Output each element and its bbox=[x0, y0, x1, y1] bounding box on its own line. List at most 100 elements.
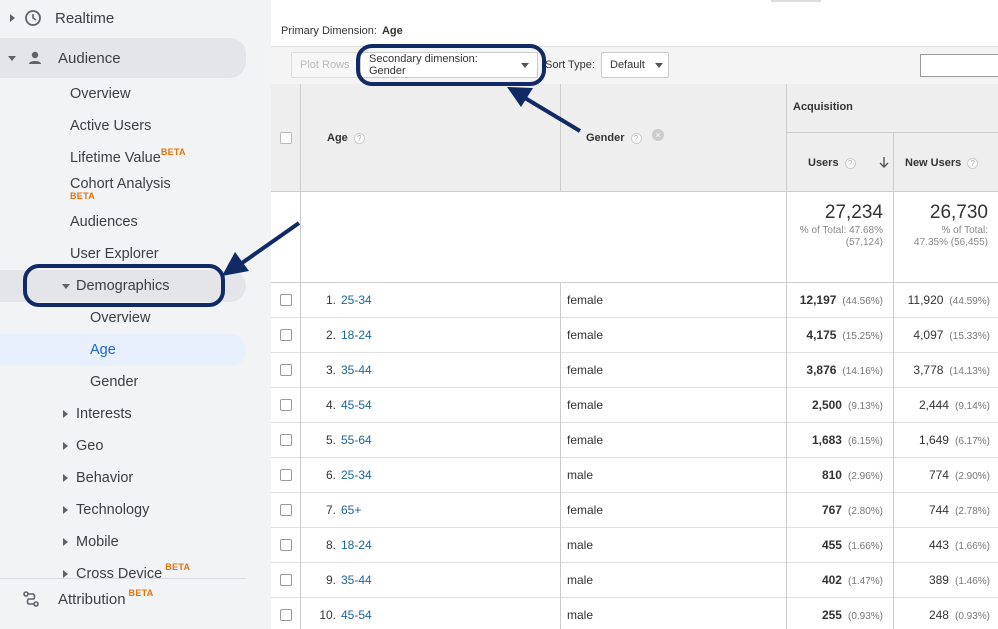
users-value: 402 bbox=[821, 573, 842, 587]
totals-users-overall: (57,124) bbox=[845, 237, 883, 248]
sidebar-item-interests[interactable]: Interests bbox=[63, 398, 132, 430]
age-link[interactable]: 25-34 bbox=[341, 293, 372, 307]
users-value: 767 bbox=[821, 503, 842, 517]
users-value: 2,500 bbox=[811, 398, 842, 412]
close-circle-icon[interactable]: × bbox=[652, 129, 664, 141]
sidebar-item-technology[interactable]: Technology bbox=[63, 494, 149, 526]
totals-blank-cell bbox=[271, 192, 300, 283]
age-link[interactable]: 18-24 bbox=[341, 328, 372, 342]
row-checkbox[interactable] bbox=[280, 574, 292, 586]
new-users-value-group: 11,920 (44.59%) bbox=[908, 293, 990, 307]
sort-type-label: Sort Type: bbox=[545, 59, 595, 71]
users-value-group: 402 (1.47%) bbox=[822, 573, 883, 587]
sort-type-dropdown[interactable]: Default bbox=[601, 52, 669, 78]
sidebar-item-label: Behavior bbox=[76, 470, 134, 486]
sidebar-item-label: Active Users bbox=[70, 118, 152, 134]
help-icon[interactable]: ? bbox=[353, 132, 365, 144]
row-index: 3. bbox=[325, 363, 336, 377]
users-value: 455 bbox=[821, 538, 842, 552]
new-users-percent: (2.90%) bbox=[954, 471, 990, 482]
header-users[interactable]: Users? bbox=[786, 133, 893, 192]
gender-cell bbox=[560, 598, 786, 629]
row-index: 1. bbox=[325, 293, 336, 307]
table-search-input[interactable] bbox=[920, 54, 998, 77]
users-value-group: 1,683 (6.15%) bbox=[812, 433, 883, 447]
row-checkbox[interactable] bbox=[280, 399, 292, 411]
sidebar-item-age[interactable]: Age bbox=[90, 334, 116, 366]
row-checkbox[interactable] bbox=[280, 469, 292, 481]
row-checkbox-cell bbox=[271, 598, 300, 629]
header-new-users-label: New Users? bbox=[905, 157, 979, 169]
age-link[interactable]: 35-44 bbox=[341, 573, 372, 587]
gender-cell bbox=[560, 563, 786, 598]
age-cell bbox=[300, 283, 560, 318]
users-value-group: 255 (0.93%) bbox=[822, 608, 883, 622]
sidebar-item-mobile[interactable]: Mobile bbox=[63, 526, 119, 558]
users-value-group: 4,175 (15.25%) bbox=[806, 328, 883, 342]
table-row: 8. 18-24 male 455 (1.66%) 443 (1.66%) bbox=[271, 528, 998, 563]
users-value: 1,683 bbox=[811, 433, 842, 447]
help-icon[interactable]: ? bbox=[630, 132, 642, 144]
row-checkbox[interactable] bbox=[280, 504, 292, 516]
sidebar-item-realtime[interactable]: Realtime bbox=[0, 2, 271, 34]
sidebar-item-overview[interactable]: Overview bbox=[70, 78, 130, 110]
row-checkbox[interactable] bbox=[280, 329, 292, 341]
users-value: 4,175 bbox=[806, 328, 837, 342]
help-icon[interactable]: ? bbox=[967, 157, 979, 169]
sidebar-item-audience[interactable]: Audience bbox=[0, 42, 246, 74]
select-all-checkbox[interactable] bbox=[280, 132, 292, 144]
clock-icon bbox=[25, 10, 41, 26]
row-checkbox[interactable] bbox=[280, 609, 292, 621]
beta-badge: BETA bbox=[70, 191, 96, 201]
age-link[interactable]: 55-64 bbox=[341, 433, 372, 447]
sidebar-item-label: Audience bbox=[58, 49, 121, 67]
header-gender[interactable]: Gender? × bbox=[560, 84, 786, 192]
users-value: 3,876 bbox=[806, 363, 837, 377]
sidebar-item-attribution[interactable]: Attribution BETA bbox=[22, 583, 154, 615]
sidebar-item-audiences[interactable]: Audiences bbox=[70, 206, 138, 238]
sidebar-item-label: Interests bbox=[76, 406, 132, 422]
row-checkbox[interactable] bbox=[280, 294, 292, 306]
header-new-users[interactable]: New Users? bbox=[893, 133, 998, 192]
primary-dimension-value[interactable]: Age bbox=[382, 25, 403, 37]
plot-rows-button[interactable]: Plot Rows bbox=[291, 52, 359, 78]
sidebar-item-gender[interactable]: Gender bbox=[90, 366, 138, 398]
users-percent: (2.96%) bbox=[847, 471, 883, 482]
row-checkbox[interactable] bbox=[280, 364, 292, 376]
age-link[interactable]: 18-24 bbox=[341, 538, 372, 552]
new-users-value: 2,444 bbox=[918, 398, 949, 412]
new-users-value: 11,920 bbox=[907, 293, 944, 307]
header-age-label: Age? bbox=[327, 132, 365, 144]
table-row: 3. 35-44 female 3,876 (14.16%) 3,778 (14.13%) bbox=[271, 353, 998, 388]
gender-value: female bbox=[567, 503, 604, 517]
sidebar-item-geo[interactable]: Geo bbox=[63, 430, 103, 462]
age-cell bbox=[300, 598, 560, 629]
row-checkbox[interactable] bbox=[280, 539, 292, 551]
sidebar-item-label: Cohort Analysis bbox=[70, 176, 171, 192]
header-age[interactable]: Age? bbox=[300, 84, 560, 192]
help-icon[interactable]: ? bbox=[844, 157, 856, 169]
header-acquisition-group: Acquisition bbox=[786, 84, 998, 133]
sidebar-item-behavior[interactable]: Behavior bbox=[63, 462, 133, 494]
row-checkbox-cell bbox=[271, 493, 300, 528]
row-checkbox[interactable] bbox=[280, 434, 292, 446]
age-link[interactable]: 25-34 bbox=[341, 468, 372, 482]
age-link[interactable]: 45-54 bbox=[341, 608, 372, 622]
users-value-group: 810 (2.96%) bbox=[822, 468, 883, 482]
table-row: 4. 45-54 female 2,500 (9.13%) 2,444 (9.14%) bbox=[271, 388, 998, 423]
sort-down-arrow-icon[interactable] bbox=[879, 157, 889, 169]
age-link[interactable]: 65+ bbox=[341, 503, 361, 517]
row-checkbox-cell bbox=[271, 423, 300, 458]
age-link[interactable]: 45-54 bbox=[341, 398, 372, 412]
sidebar-item-cross-device[interactable]: Cross Device BETA bbox=[63, 560, 190, 584]
sidebar-item-cohort-analysis[interactable]: Cohort Analysis BETA bbox=[70, 176, 171, 201]
age-link[interactable]: 35-44 bbox=[341, 363, 372, 377]
sidebar-item-lifetime-value[interactable]: Lifetime Value BETA bbox=[70, 142, 186, 174]
sidebar-item-label: Technology bbox=[76, 502, 150, 518]
totals-new-users-value: 26,730 bbox=[929, 202, 988, 223]
sidebar-item-label: Realtime bbox=[55, 9, 115, 27]
users-percent: (6.15%) bbox=[847, 436, 883, 447]
sidebar-item-active-users[interactable]: Active Users bbox=[70, 110, 151, 142]
totals-label-cell bbox=[300, 192, 786, 283]
totals-users-percent: % of Total: 47.68% bbox=[799, 225, 883, 236]
